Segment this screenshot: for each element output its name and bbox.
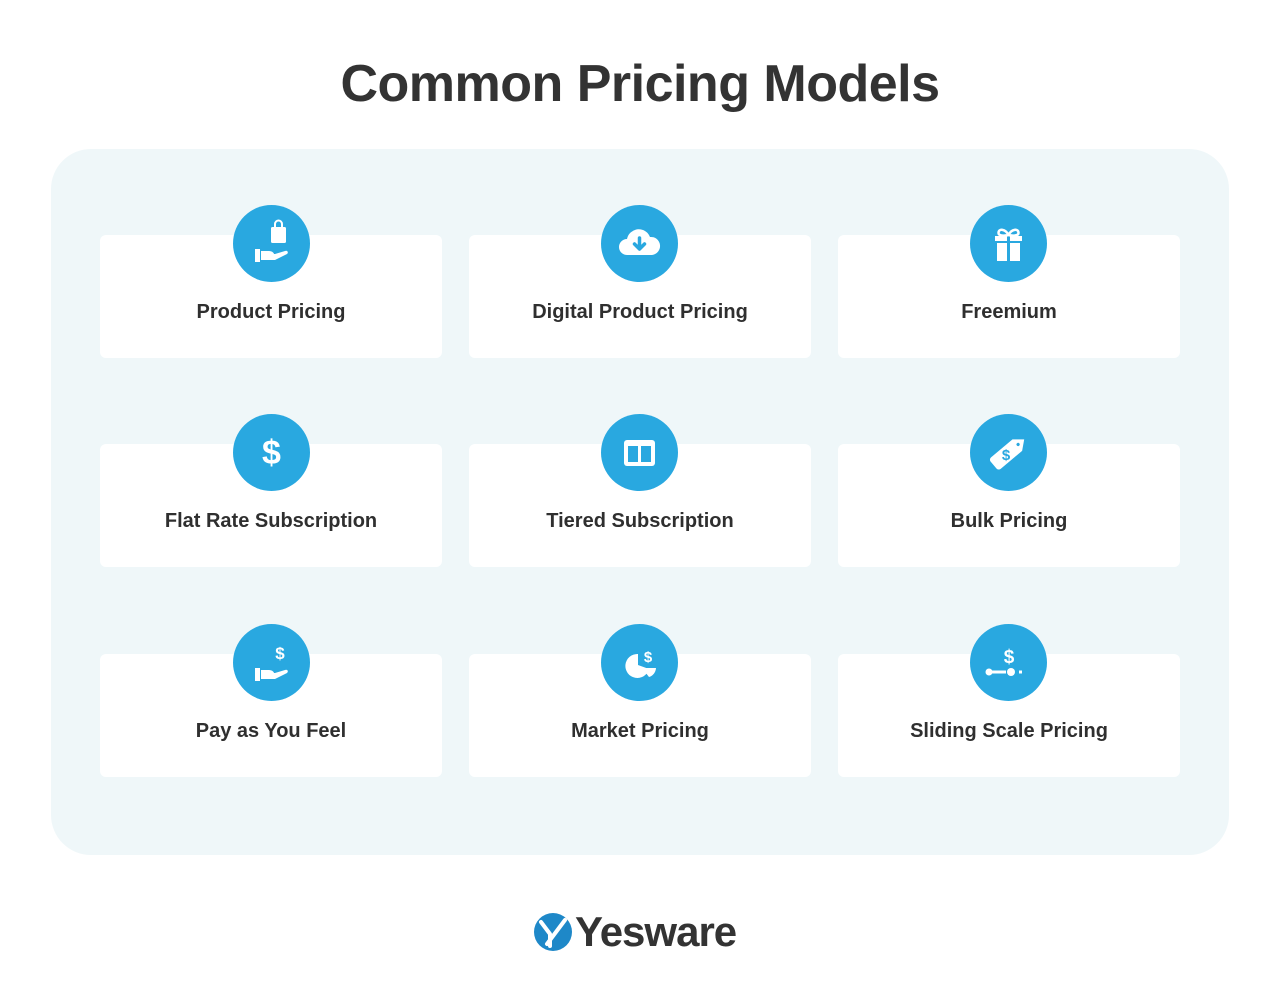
svg-text:$: $ xyxy=(275,644,285,663)
model-label: Sliding Scale Pricing xyxy=(910,720,1108,742)
hand-with-dollar-icon: $ xyxy=(233,624,310,701)
model-label: Product Pricing xyxy=(196,301,346,323)
svg-text:$: $ xyxy=(262,434,281,472)
yesware-logo: Yesware xyxy=(533,908,737,955)
model-label: Freemium xyxy=(961,301,1057,323)
svg-text:$: $ xyxy=(1004,647,1015,668)
model-label: Bulk Pricing xyxy=(950,510,1068,532)
svg-text:$: $ xyxy=(644,649,653,666)
yesware-logo-mark-icon xyxy=(534,913,572,951)
price-tag-icon: $ xyxy=(970,414,1047,491)
svg-text:$: $ xyxy=(1002,447,1011,464)
model-label: Tiered Subscription xyxy=(546,510,734,532)
model-label: Pay as You Feel xyxy=(195,720,347,742)
model-label: Digital Product Pricing xyxy=(532,301,748,323)
logo-text: Yesware xyxy=(575,908,737,955)
dollar-sign-icon: $ xyxy=(233,414,310,491)
cloud-download-icon xyxy=(601,205,678,282)
model-label: Market Pricing xyxy=(571,720,709,742)
gift-icon xyxy=(970,205,1047,282)
slider-dollar-icon: $ xyxy=(970,624,1047,701)
page-title: Common Pricing Models xyxy=(340,55,940,113)
columns-layout-icon xyxy=(601,414,678,491)
hand-with-shopping-bag-icon xyxy=(233,205,310,282)
model-label: Flat Rate Subscription xyxy=(164,510,378,532)
pie-chart-dollar-icon: $ xyxy=(601,624,678,701)
